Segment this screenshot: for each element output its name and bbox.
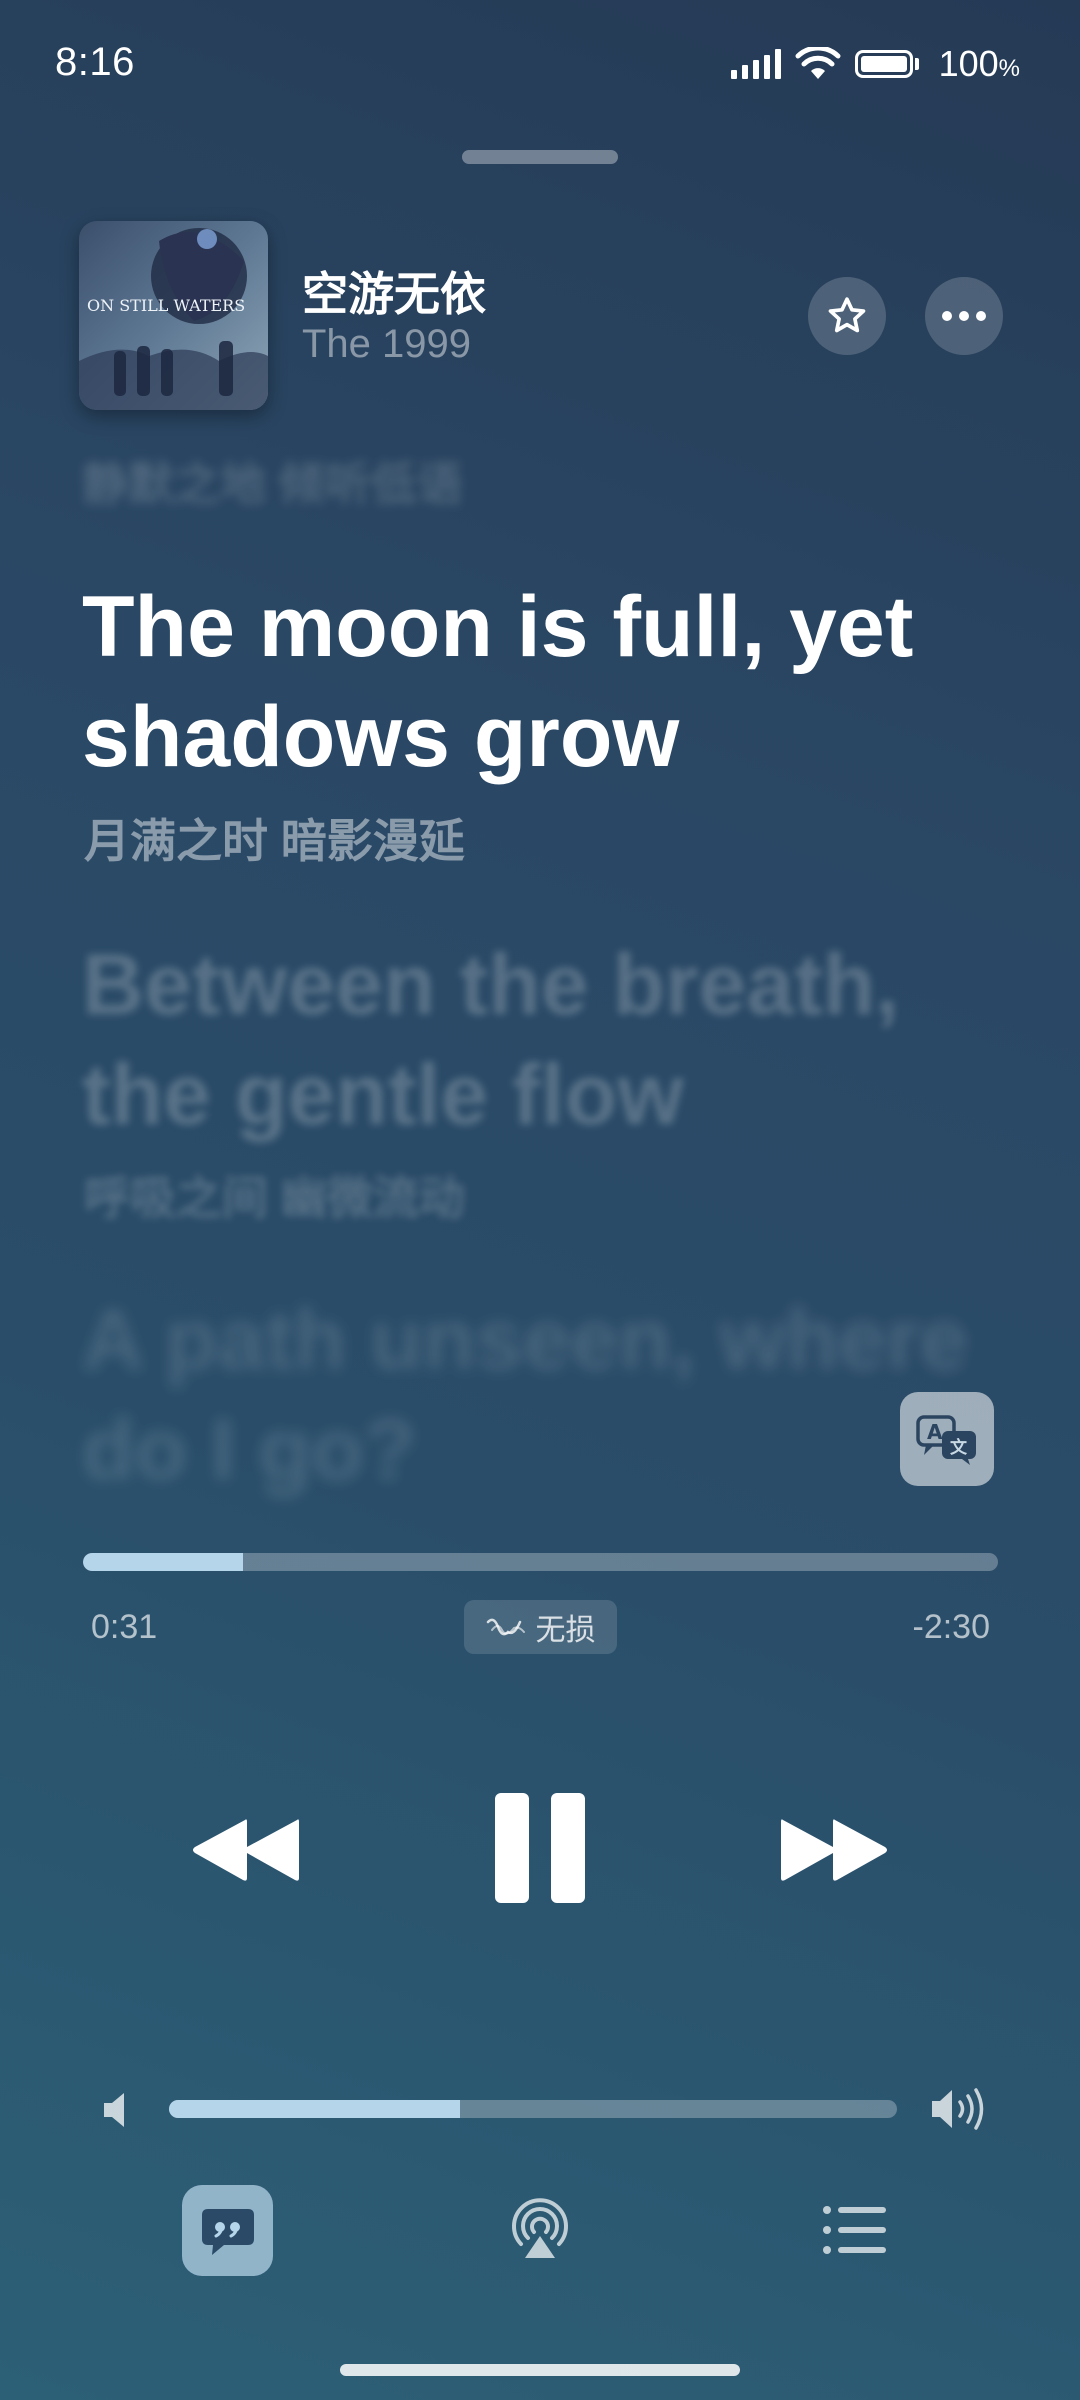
volume-slider-fill [169,2100,461,2118]
lyrics-icon [201,2208,254,2255]
translate-button[interactable]: A 文 [900,1392,994,1486]
remaining-time: -2:30 [912,1608,991,1646]
lossless-icon [486,1618,525,1636]
lyric-line-current[interactable]: The moon is full, yet shadows grow [82,572,1002,792]
airplay-button[interactable] [507,2198,573,2264]
home-indicator[interactable] [340,2364,740,2376]
lyric-translation-next: 呼吸之间 幽微流动 [84,1172,465,1224]
lyric-translation-current: 月满之时 暗影漫延 [84,815,465,867]
signal-icon [730,49,781,79]
pause-icon-bar-left [495,1792,529,1903]
queue-button[interactable] [822,2205,888,2255]
battery-icon [854,50,919,78]
favorite-button[interactable] [808,277,886,355]
playback-progress-fill [83,1553,244,1571]
more-button[interactable] [925,277,1003,355]
star-icon [828,297,866,333]
lyric-line-next[interactable]: Between the breath, the gentle flow [82,930,1002,1150]
sheet-grabber[interactable] [462,150,618,164]
audio-quality-label: 无损 [535,1614,596,1647]
fast-forward-icon [781,1819,887,1881]
lyrics-button[interactable] [182,2185,273,2276]
status-icons: 100% [730,43,1020,84]
battery-percentage: 100% [938,43,1020,84]
translate-icon: A 文 [916,1415,976,1465]
status-time: 8:16 [55,40,135,84]
audio-quality-badge[interactable]: 无损 [464,1600,617,1654]
lyric-line-upcoming[interactable]: A path unseen, where do I go? [82,1285,1002,1505]
elapsed-time: 0:31 [91,1608,158,1646]
song-title[interactable]: 空游无依 [302,258,486,324]
rewind-button[interactable] [185,1810,305,1890]
wifi-icon [795,47,841,79]
playback-progress-bar[interactable] [83,1553,998,1571]
svg-text:A: A [927,1420,943,1444]
album-art-text: ON STILL WATERS [87,296,245,315]
fast-forward-button[interactable] [775,1810,895,1890]
pause-button[interactable] [495,1790,585,1905]
volume-low-icon [104,2093,124,2127]
pause-icon-bar-right [551,1792,585,1903]
song-artist[interactable]: The 1999 [302,322,471,367]
queue-icon [823,2206,886,2254]
lyric-line-previous[interactable]: 静默之地 倾听低语 [82,448,463,514]
album-art[interactable]: ON STILL WATERS [79,221,268,410]
rewind-icon [193,1819,299,1881]
svg-text:文: 文 [950,1437,968,1458]
volume-high-icon [932,2088,984,2130]
status-bar: 8:16 100% [0,0,1080,120]
more-icon [942,311,986,321]
volume-slider[interactable] [169,2100,897,2118]
